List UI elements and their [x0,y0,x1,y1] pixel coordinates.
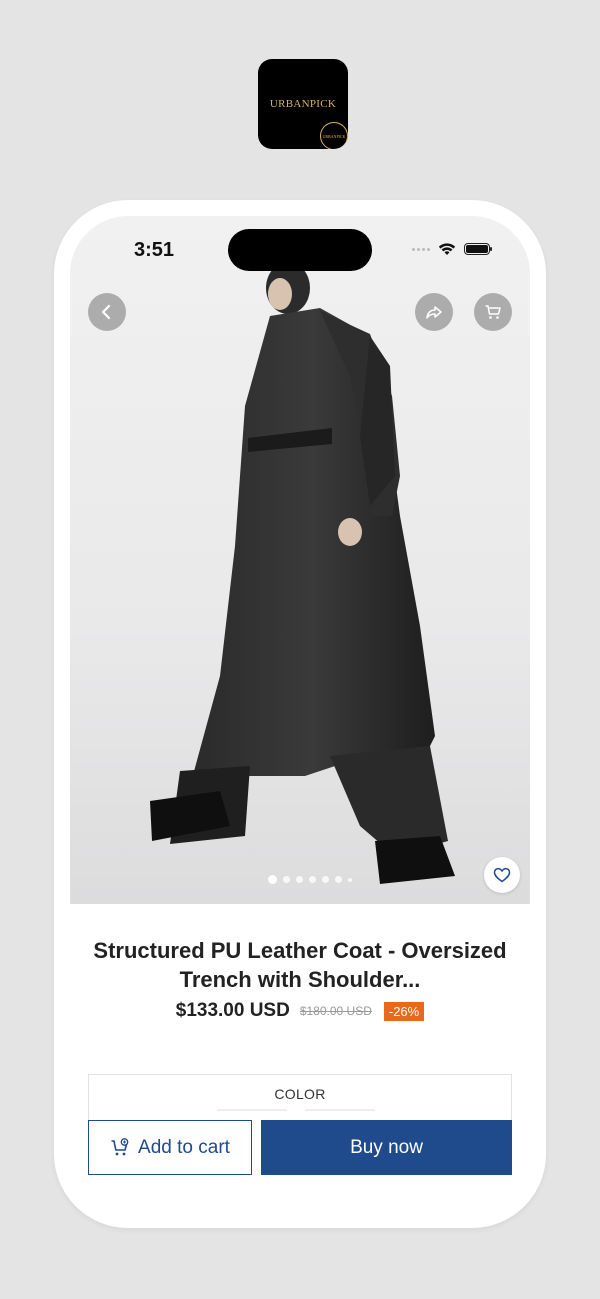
color-label: COLOR [274,1086,326,1102]
signal-icon [412,247,430,251]
wifi-icon [438,243,456,255]
share-button[interactable] [415,293,453,331]
chevron-left-icon [101,304,111,320]
cart-button[interactable] [474,293,512,331]
product-photo [150,262,455,884]
phone-screen: 3:51 Structured PU Leather Coat - Oversi… [70,216,530,1212]
status-icons [412,242,492,256]
battery-icon [464,243,492,255]
app-icon[interactable]: URBANPICK URBANPICK [258,59,348,149]
carousel-dot[interactable] [283,876,290,883]
carousel-indicator[interactable] [268,875,352,884]
back-button[interactable] [88,293,126,331]
carousel-dot[interactable] [309,876,316,883]
add-to-cart-button[interactable]: Add to cart [88,1120,252,1175]
product-price: $133.00 USD [175,1000,290,1021]
color-option[interactable] [217,1109,287,1111]
app-logo-text: URBANPICK [269,98,337,110]
discount-badge: -26% [383,1001,425,1021]
add-to-cart-label: Add to cart [138,1136,230,1158]
carousel-dot[interactable] [348,877,352,882]
original-price: $180.00 USD [299,1004,372,1018]
heart-icon [493,867,511,883]
phone-frame: 3:51 Structured PU Leather Coat - Oversi… [54,200,546,1228]
buy-now-label: Buy now [350,1136,423,1158]
product-image-carousel[interactable]: 3:51 [70,216,530,904]
carousel-dot[interactable] [296,876,303,883]
carousel-dot[interactable] [335,876,342,883]
wishlist-button[interactable] [484,857,520,893]
carousel-dot[interactable] [322,876,329,883]
cart-icon [485,305,501,319]
status-time: 3:51 [134,239,175,261]
add-cart-icon [111,1137,129,1155]
carousel-dot[interactable] [268,875,277,884]
share-icon [426,306,442,319]
dynamic-island [228,229,372,271]
price-row: $133.00 USD $180.00 USD -26% [70,1000,530,1022]
buy-now-button[interactable]: Buy now [261,1120,512,1175]
app-logo-seal: URBANPICK [320,122,348,149]
color-option[interactable] [305,1109,375,1111]
product-title: Structured PU Leather Coat - Oversized T… [93,938,507,992]
